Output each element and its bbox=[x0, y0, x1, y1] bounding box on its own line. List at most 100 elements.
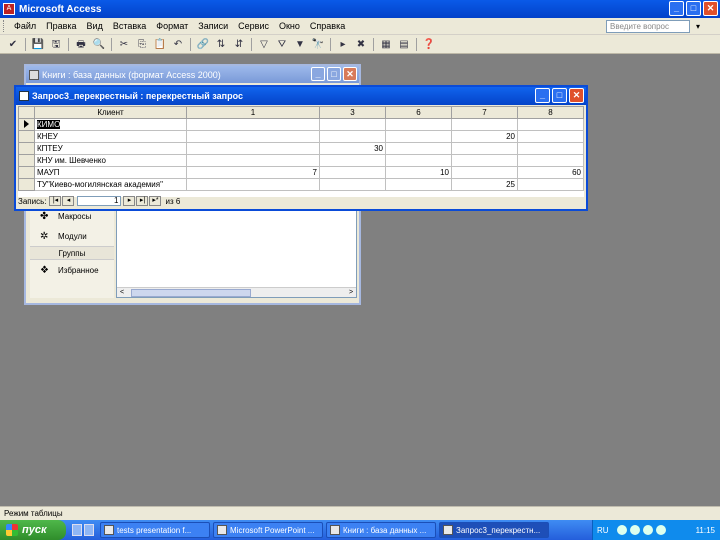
table-cell[interactable] bbox=[517, 142, 584, 155]
table-cell[interactable] bbox=[319, 178, 386, 191]
find-icon[interactable]: 🔭 bbox=[310, 37, 326, 52]
query-maximize-button[interactable]: □ bbox=[552, 88, 567, 103]
app-titlebar[interactable]: A Microsoft Access _ □ ✕ bbox=[0, 0, 720, 18]
filter-by-form-icon[interactable]: ⛛ bbox=[274, 37, 290, 52]
table-row[interactable]: КНУ им. Шевченко 15 bbox=[18, 154, 584, 167]
query-minimize-button[interactable]: _ bbox=[535, 88, 550, 103]
scroll-right-icon[interactable]: > bbox=[346, 288, 356, 298]
table-cell[interactable] bbox=[451, 166, 518, 179]
file-search-icon[interactable]: 🖫 bbox=[48, 37, 64, 52]
table-cell[interactable]: 10 bbox=[385, 166, 452, 179]
new-record-button[interactable]: ▸* bbox=[149, 196, 162, 206]
query-window[interactable]: Запрос3_перекрестный : перекрестный запр… bbox=[14, 85, 588, 211]
taskbar-button-query[interactable]: Запрос3_перекрестн... bbox=[439, 522, 549, 538]
first-record-button[interactable]: |◂ bbox=[49, 196, 62, 206]
select-all-corner[interactable] bbox=[18, 106, 35, 119]
minimize-button[interactable]: _ bbox=[669, 1, 684, 16]
menu-format[interactable]: Формат bbox=[151, 21, 193, 31]
sort-descending-icon[interactable]: ⇵ bbox=[231, 37, 247, 52]
maximize-button[interactable]: □ bbox=[686, 1, 701, 16]
taskbar-button-word[interactable]: tests presentation f... bbox=[100, 522, 210, 538]
table-row[interactable]: КНЕУ 20 10 bbox=[18, 130, 584, 143]
table-cell[interactable]: КПТЕУ bbox=[34, 142, 187, 155]
column-header-8[interactable]: 8 bbox=[517, 106, 584, 119]
undo-icon[interactable]: ↶ bbox=[170, 37, 186, 52]
new-record-icon[interactable]: ▸ bbox=[335, 37, 351, 52]
column-header-3[interactable]: 3 bbox=[319, 106, 386, 119]
scroll-left-icon[interactable]: < bbox=[117, 288, 127, 298]
table-cell[interactable]: МАУП bbox=[34, 166, 187, 179]
help-dropdown-icon[interactable]: ▾ bbox=[696, 22, 700, 31]
clock[interactable]: 11:15 bbox=[696, 526, 715, 535]
row-selector-current[interactable] bbox=[18, 118, 35, 131]
scrollbar-thumb[interactable] bbox=[131, 289, 251, 297]
taskbar-button-database[interactable]: Книги : база данных ... bbox=[326, 522, 436, 538]
sort-ascending-icon[interactable]: ⇅ bbox=[213, 37, 229, 52]
table-cell[interactable] bbox=[186, 154, 320, 167]
horizontal-scrollbar[interactable]: < > bbox=[117, 287, 356, 297]
table-cell[interactable] bbox=[517, 130, 584, 143]
print-preview-icon[interactable]: 🔍 bbox=[91, 37, 107, 52]
datasheet[interactable]: Клиент 1 3 6 7 8 9 КИМО bbox=[18, 106, 584, 197]
access-app-icon[interactable]: A bbox=[3, 3, 15, 15]
table-cell[interactable] bbox=[583, 178, 584, 191]
db-close-button[interactable]: ✕ bbox=[343, 67, 357, 81]
cut-icon[interactable]: ✂ bbox=[116, 37, 132, 52]
table-cell[interactable] bbox=[385, 154, 452, 167]
database-window-icon[interactable]: ▦ bbox=[378, 37, 394, 52]
table-cell[interactable] bbox=[517, 178, 584, 191]
table-cell[interactable] bbox=[385, 178, 452, 191]
row-selector[interactable] bbox=[18, 178, 35, 191]
table-cell[interactable]: 7 bbox=[186, 166, 320, 179]
close-button[interactable]: ✕ bbox=[703, 1, 718, 16]
table-cell[interactable]: 60 bbox=[517, 166, 584, 179]
groups-header[interactable]: Группы bbox=[30, 246, 114, 260]
table-cell[interactable] bbox=[385, 118, 452, 131]
objects-list[interactable]: < > bbox=[116, 206, 357, 298]
quick-launch-icon[interactable] bbox=[84, 524, 94, 536]
next-record-button[interactable]: ▸ bbox=[123, 196, 136, 206]
table-cell[interactable] bbox=[186, 130, 320, 143]
help-icon[interactable]: ❓ bbox=[421, 37, 437, 52]
menubar-grip[interactable] bbox=[3, 20, 6, 32]
table-cell[interactable] bbox=[186, 142, 320, 155]
tray-icon[interactable] bbox=[616, 525, 627, 535]
table-cell[interactable]: 10 bbox=[583, 130, 584, 143]
print-icon[interactable]: 🖶 bbox=[73, 37, 89, 52]
table-cell[interactable]: 15 bbox=[583, 118, 584, 131]
table-cell[interactable] bbox=[385, 130, 452, 143]
last-record-button[interactable]: ▸| bbox=[136, 196, 149, 206]
table-cell[interactable] bbox=[451, 118, 518, 131]
language-indicator[interactable]: RU bbox=[597, 526, 609, 535]
table-cell[interactable]: 15 bbox=[583, 154, 584, 167]
row-selector[interactable] bbox=[18, 130, 35, 143]
table-cell[interactable]: 25 bbox=[451, 178, 518, 191]
row-selector[interactable] bbox=[18, 142, 35, 155]
table-cell[interactable]: КИМО bbox=[34, 118, 187, 131]
row-selector[interactable] bbox=[18, 154, 35, 167]
table-row[interactable]: КПТЕУ 30 bbox=[18, 142, 584, 155]
column-header-9[interactable]: 9 bbox=[583, 106, 584, 119]
help-search-input[interactable]: Введите вопрос bbox=[606, 20, 690, 33]
menu-help[interactable]: Справка bbox=[305, 21, 350, 31]
table-cell[interactable] bbox=[319, 118, 386, 131]
copy-icon[interactable]: ⎘ bbox=[134, 37, 150, 52]
taskbar-button-powerpoint[interactable]: Microsoft PowerPoint ... bbox=[213, 522, 323, 538]
table-cell[interactable]: 20 bbox=[451, 130, 518, 143]
table-cell[interactable] bbox=[583, 142, 584, 155]
table-cell[interactable] bbox=[451, 142, 518, 155]
table-cell[interactable]: КНЕУ bbox=[34, 130, 187, 143]
database-window-titlebar[interactable]: Книги : база данных (формат Access 2000)… bbox=[26, 66, 359, 83]
new-object-icon[interactable]: ▤ bbox=[396, 37, 412, 52]
table-cell[interactable] bbox=[517, 118, 584, 131]
column-header-client[interactable]: Клиент bbox=[34, 106, 187, 119]
tray-icon[interactable] bbox=[655, 525, 666, 535]
table-cell[interactable]: КНУ им. Шевченко bbox=[34, 154, 187, 167]
save-icon[interactable]: 💾 bbox=[30, 37, 46, 52]
menu-view[interactable]: Вид bbox=[82, 21, 108, 31]
column-header-7[interactable]: 7 bbox=[451, 106, 518, 119]
query-window-titlebar[interactable]: Запрос3_перекрестный : перекрестный запр… bbox=[16, 87, 586, 105]
apply-filter-icon[interactable]: ▼ bbox=[292, 37, 308, 52]
column-header-1[interactable]: 1 bbox=[186, 106, 320, 119]
quick-launch-icon[interactable] bbox=[72, 524, 82, 536]
